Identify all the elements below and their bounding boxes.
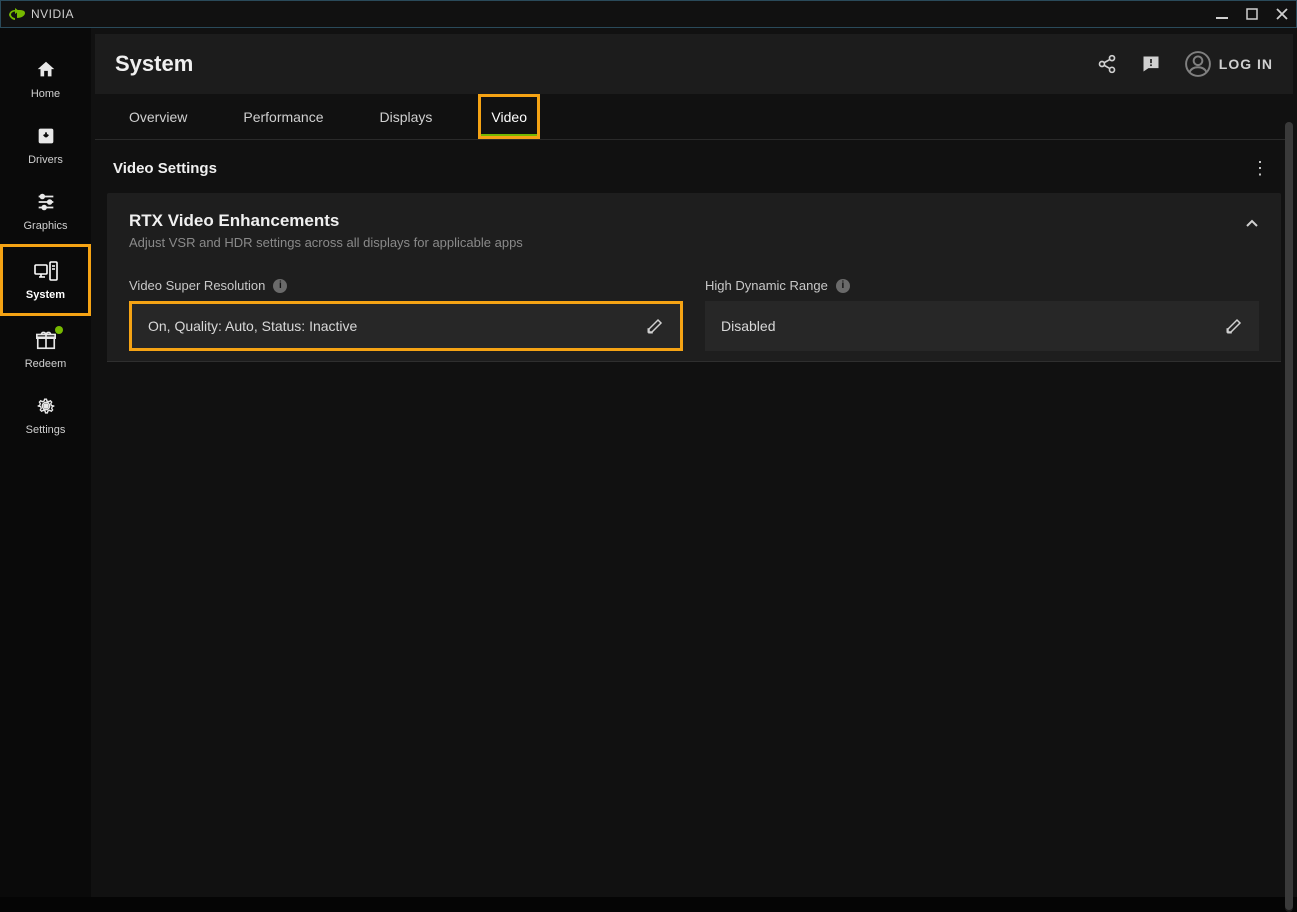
tab-label: Displays	[380, 109, 433, 125]
page-title: System	[115, 51, 193, 77]
share-button[interactable]	[1097, 54, 1117, 74]
setting-value: Disabled	[721, 318, 775, 334]
panel-subtitle: Adjust VSR and HDR settings across all d…	[129, 235, 523, 250]
download-icon	[34, 124, 58, 148]
tab-label: Overview	[129, 109, 187, 125]
page-header: System LOG IN	[95, 34, 1293, 94]
login-button[interactable]: LOG IN	[1185, 51, 1273, 77]
maximize-button[interactable]	[1246, 8, 1258, 20]
sidebar-item-label: Drivers	[28, 154, 63, 166]
setting-label: High Dynamic Range	[705, 278, 828, 293]
setting-label: Video Super Resolution	[129, 278, 265, 293]
sidebar-item-label: Graphics	[23, 220, 67, 232]
sidebar-item-home[interactable]: Home	[0, 46, 91, 112]
sidebar-item-system[interactable]: System	[0, 244, 91, 316]
scrollbar[interactable]	[1285, 122, 1293, 912]
tab-label: Performance	[243, 109, 323, 125]
sidebar-item-graphics[interactable]: Graphics	[0, 178, 91, 244]
tab-overview[interactable]: Overview	[119, 94, 197, 139]
gift-icon	[34, 328, 58, 352]
panel-title: RTX Video Enhancements	[129, 211, 523, 231]
minimize-button[interactable]	[1216, 8, 1228, 20]
setting-hdr: High Dynamic Range i Disabled	[705, 268, 1259, 351]
panel-header[interactable]: RTX Video Enhancements Adjust VSR and HD…	[107, 193, 1281, 268]
section-title: Video Settings	[113, 160, 217, 177]
sidebar: Home Drivers Graphics System Redeem Sett…	[0, 28, 91, 897]
sidebar-item-label: Home	[31, 88, 60, 100]
edit-icon	[646, 317, 664, 335]
nvidia-logo-icon	[9, 8, 25, 20]
edit-icon	[1225, 317, 1243, 335]
hdr-field[interactable]: Disabled	[705, 301, 1259, 351]
titlebar: NVIDIA	[0, 0, 1297, 28]
gear-icon	[34, 394, 58, 418]
sidebar-item-label: Settings	[26, 424, 66, 436]
sliders-icon	[34, 190, 58, 214]
vsr-field[interactable]: On, Quality: Auto, Status: Inactive	[129, 301, 683, 351]
system-icon	[34, 259, 58, 283]
chevron-up-icon	[1245, 211, 1259, 231]
tab-displays[interactable]: Displays	[370, 94, 443, 139]
tab-label: Video	[491, 109, 527, 125]
info-icon[interactable]: i	[836, 279, 850, 293]
info-icon[interactable]: i	[273, 279, 287, 293]
sidebar-item-redeem[interactable]: Redeem	[0, 316, 91, 382]
notification-dot-icon	[55, 326, 63, 334]
home-icon	[34, 58, 58, 82]
notification-button[interactable]	[1141, 54, 1161, 74]
titlebar-brand: NVIDIA	[31, 7, 74, 21]
sidebar-item-settings[interactable]: Settings	[0, 382, 91, 448]
login-label: LOG IN	[1219, 56, 1273, 72]
tab-performance[interactable]: Performance	[233, 94, 333, 139]
setting-vsr: Video Super Resolution i On, Quality: Au…	[129, 268, 683, 351]
scrollbar-thumb[interactable]	[1285, 122, 1293, 910]
tab-video[interactable]: Video	[478, 94, 540, 139]
rtx-panel: RTX Video Enhancements Adjust VSR and HD…	[107, 193, 1281, 362]
user-icon	[1185, 51, 1211, 77]
tabs: Overview Performance Displays Video	[95, 94, 1293, 140]
close-button[interactable]	[1276, 8, 1288, 20]
more-options-button[interactable]: ⋮	[1245, 158, 1275, 179]
setting-value: On, Quality: Auto, Status: Inactive	[148, 318, 357, 334]
sidebar-item-label: System	[26, 289, 65, 301]
sidebar-item-label: Redeem	[25, 358, 67, 370]
sidebar-item-drivers[interactable]: Drivers	[0, 112, 91, 178]
